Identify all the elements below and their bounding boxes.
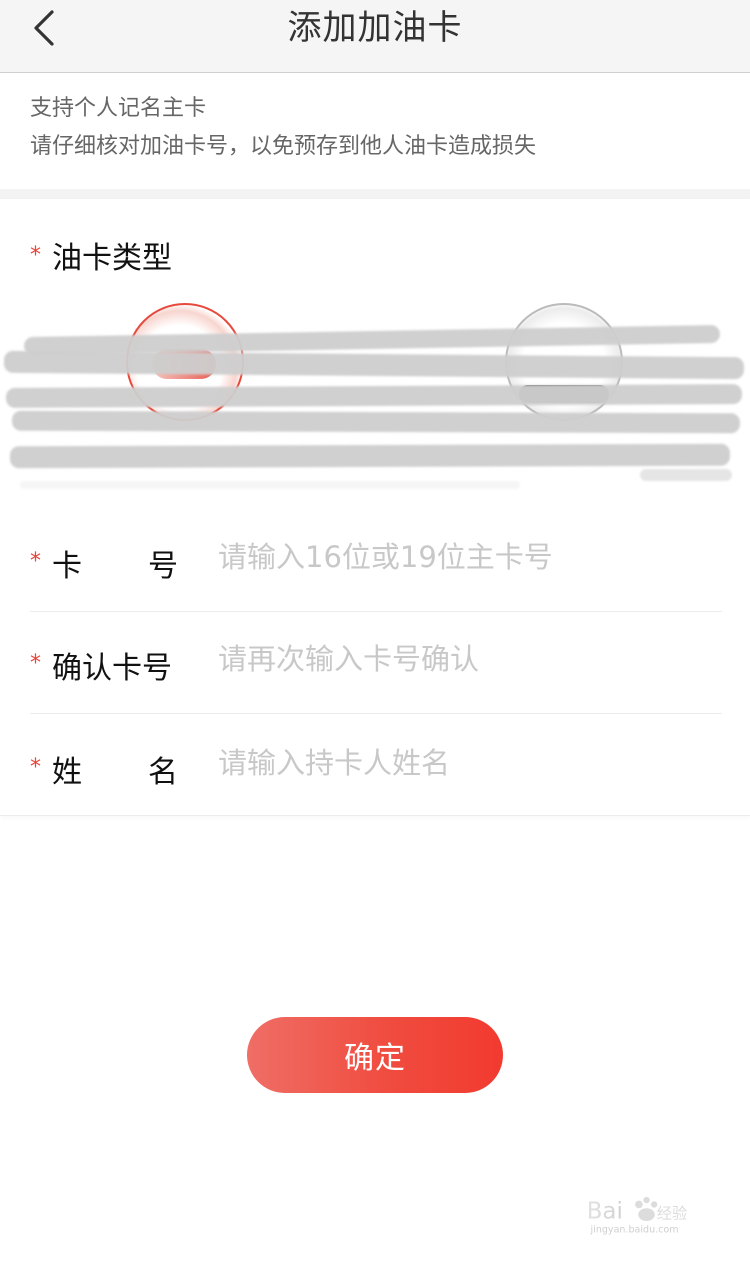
page-title: 添加加油卡 — [287, 8, 463, 48]
confirm-button[interactable]: 确定 — [247, 1017, 503, 1093]
confirm-card-number-label: 确认卡号 — [52, 651, 172, 686]
card-number-label-right: 号 — [148, 549, 178, 584]
card-form: * 油卡类型 * 卡 号 * 确认卡号 * 姓 名 — [0, 199, 750, 816]
svg-text:经验: 经验 — [657, 1204, 688, 1222]
baidu-jingyan-watermark: Bai 经验 jingyan.baidu.com — [558, 1193, 716, 1259]
notice-line-1: 支持个人记名主卡 — [30, 96, 207, 121]
cardholder-name-label: 姓 名 — [52, 747, 178, 791]
redaction-scribble — [3, 350, 745, 380]
required-mark: * — [30, 549, 41, 574]
card-number-label: 卡 号 — [52, 541, 178, 585]
header-bar: 添加加油卡 — [0, 0, 750, 73]
card-type-label: 油卡类型 — [52, 241, 172, 276]
card-number-label-left: 卡 — [52, 549, 82, 584]
svg-text:jingyan.baidu.com: jingyan.baidu.com — [590, 1224, 679, 1235]
required-mark: * — [30, 651, 41, 676]
redaction-scribble — [11, 410, 741, 434]
svg-text:Bai: Bai — [587, 1198, 623, 1224]
cardholder-name-row: * 姓 名 — [30, 713, 722, 815]
redaction-scribble — [20, 481, 520, 489]
cardholder-name-label-right: 名 — [148, 755, 178, 790]
baidu-jingyan-logo: Bai 经验 jingyan.baidu.com — [587, 1196, 688, 1235]
confirm-card-number-row: * 确认卡号 — [30, 609, 722, 711]
confirm-card-number-input[interactable] — [218, 635, 708, 683]
redaction-scribble — [9, 443, 731, 469]
cardholder-name-input[interactable] — [218, 739, 708, 787]
notice-section: 支持个人记名主卡 请仔细核对加油卡号，以免预存到他人油卡造成损失 — [0, 73, 750, 189]
notice-line-2: 请仔细核对加油卡号，以免预存到他人油卡造成损失 — [30, 134, 537, 159]
section-divider — [0, 189, 750, 199]
card-number-row: * 卡 号 — [30, 507, 722, 609]
redaction-scribble — [640, 469, 732, 481]
required-mark: * — [30, 755, 41, 780]
redaction-scribble — [5, 384, 743, 408]
card-number-input[interactable] — [218, 533, 708, 581]
cardholder-name-label-left: 姓 — [52, 755, 82, 790]
required-mark: * — [30, 243, 41, 268]
